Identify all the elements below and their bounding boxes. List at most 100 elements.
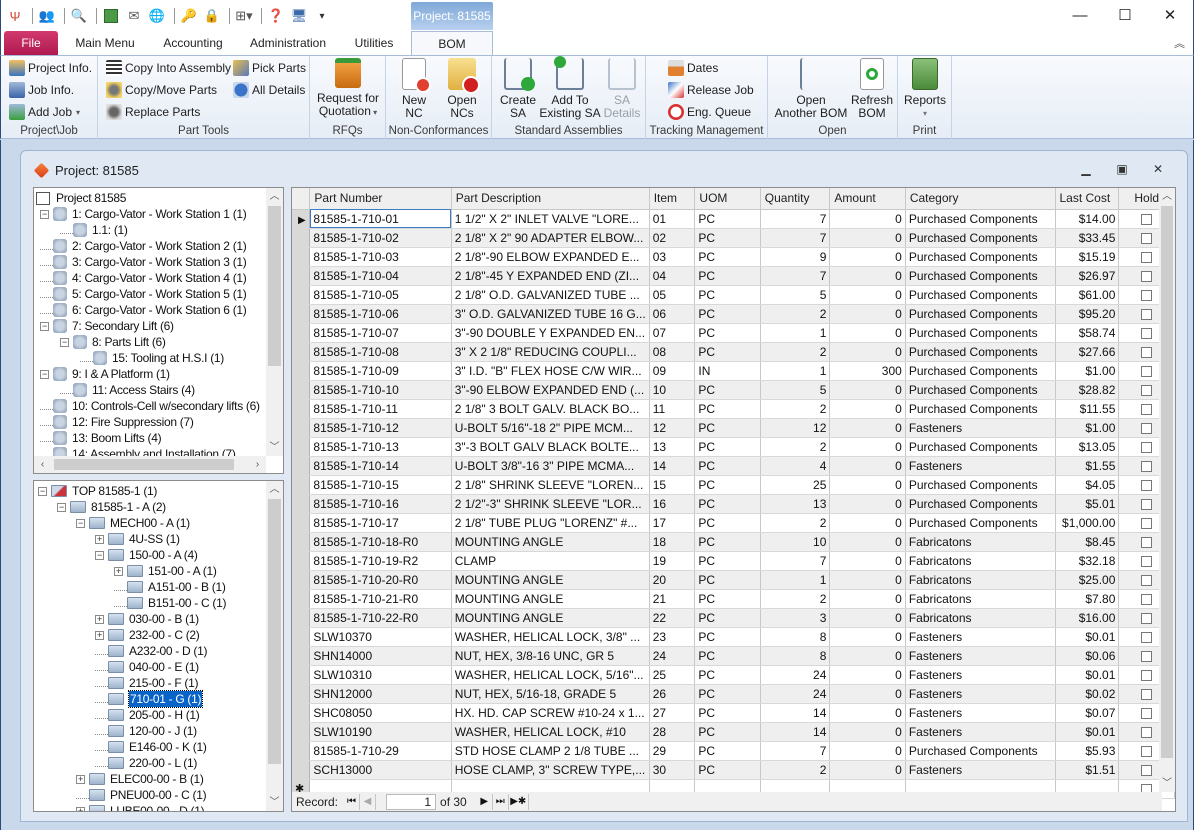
bom-parts-grid[interactable]: Part Number Part Description Item UOM Quanti… [291,187,1176,812]
hold-checkbox[interactable] [1141,745,1153,757]
hold-checkbox[interactable] [1141,707,1153,719]
cell-item[interactable]: 15 [649,475,696,495]
tree-node[interactable]: 12: Fire Suppression (7) [40,414,194,430]
cell-part-description[interactable]: MOUNTING ANGLE [451,532,650,552]
collapse-icon[interactable]: − [76,518,85,528]
cell-item[interactable]: 27 [649,703,696,723]
cell-item[interactable]: 08 [649,342,696,362]
cell-amount[interactable]: 0 [829,627,906,647]
cell-quantity[interactable]: 12 [760,418,831,438]
table-row[interactable]: 81585-1-710-11 2 1/8" 3 BOLT GALV. BLACK … [292,399,1175,419]
cell-item[interactable]: 01 [649,209,696,229]
cell-uom[interactable]: PC [694,323,761,343]
cell-last-cost[interactable]: $0.01 [1055,627,1120,647]
cell-last-cost[interactable]: $27.66 [1055,342,1120,362]
cell-item[interactable]: 26 [649,684,696,704]
row-selector[interactable] [292,741,311,761]
tree-node-label[interactable]: 1: Cargo-Vator - Work Station 1 (1) [72,206,247,222]
cell-part-description[interactable]: 2 1/8" X 2" 90 ADAPTER ELBOW... [451,228,650,248]
cell-uom[interactable]: PC [694,228,761,248]
new-nc-button[interactable]: New NC [392,58,436,120]
cell-part-number[interactable]: 81585-1-710-01 [309,209,452,229]
tree-node[interactable]: 10: Controls-Cell w/secondary lifts (6) [40,398,260,414]
cell-quantity[interactable]: 2 [760,437,831,457]
hold-checkbox[interactable] [1141,251,1153,263]
cell-uom[interactable]: PC [694,304,761,324]
cell-category[interactable]: Purchased Components [905,247,1056,267]
cell-category[interactable]: Fasteners [905,418,1056,438]
cell-amount[interactable]: 0 [829,209,906,229]
cell-category[interactable]: Fabricatons [905,589,1056,609]
cell-item[interactable]: 25 [649,665,696,685]
table-row[interactable]: 81585-1-710-03 2 1/8"-90 ELBOW EXPANDED E… [292,247,1175,267]
tree-node-label[interactable]: 030-00 - B (1) [129,611,199,627]
tree-node-label[interactable]: 81585-1 - A (2) [91,499,166,515]
tree-node-label[interactable]: 9: I & A Platform (1) [72,366,170,382]
cell-uom[interactable]: PC [694,589,761,609]
previous-record-button[interactable]: ◀ [360,793,377,810]
cell-part-number[interactable]: 81585-1-710-02 [309,228,452,248]
hold-checkbox[interactable] [1141,403,1153,415]
cell-part-number[interactable]: 81585-1-710-05 [309,285,452,305]
tree-node-label[interactable]: E146-00 - K (1) [129,739,207,755]
scroll-up-icon[interactable]: ︿ [266,188,283,205]
cell-uom[interactable]: PC [694,418,761,438]
hold-checkbox[interactable] [1141,536,1153,548]
tree-node[interactable]: +232-00 - C (2) [95,627,200,643]
cell-uom[interactable]: PC [694,456,761,476]
cell-last-cost[interactable]: $25.00 [1055,570,1120,590]
pick-parts-button[interactable]: Pick Parts [233,58,306,78]
tree-node-label[interactable]: 215-00 - F (1) [129,675,198,691]
table-row[interactable]: 81585-1-710-19-R2 CLAMP 19 PC 7 0 Fabricatons $… [292,551,1175,571]
close-button[interactable]: ✕ [1147,4,1193,28]
child-restore-button[interactable]: ▣ [1112,162,1132,176]
project-tree-hscrollbar[interactable]: ‹ › [34,456,266,473]
cell-uom[interactable]: PC [694,646,761,666]
cell-part-number[interactable]: 81585-1-710-20-R0 [309,570,452,590]
cell-last-cost[interactable]: $33.45 [1055,228,1120,248]
cell-last-cost[interactable]: $0.02 [1055,684,1120,704]
eng-queue-button[interactable]: Eng. Queue [668,102,751,122]
tree-node-label[interactable]: 13: Boom Lifts (4) [72,430,162,446]
cell-part-description[interactable]: 2 1/8" 3 BOLT GALV. BLACK BO... [451,399,650,419]
cell-uom[interactable]: PC [694,703,761,723]
row-selector[interactable] [292,570,311,590]
tree-node[interactable]: 215-00 - F (1) [95,675,198,691]
tree-node[interactable]: 1.1: (1) [60,222,128,238]
table-row[interactable]: 81585-1-710-21-R0 MOUNTING ANGLE 21 PC 2 0 Fab… [292,589,1175,609]
cell-item[interactable]: 11 [649,399,696,419]
cell-amount[interactable]: 0 [829,532,906,552]
tree-node-label[interactable]: 710-01 - G (1) [127,690,204,708]
row-selector[interactable] [292,285,311,305]
cell-part-description[interactable]: STD HOSE CLAMP 2 1/8 TUBE ... [451,741,650,761]
hold-checkbox[interactable] [1141,498,1153,510]
cell-category[interactable]: Fasteners [905,627,1056,647]
cell-category[interactable]: Fabricatons [905,551,1056,571]
cell-uom[interactable]: PC [694,266,761,286]
customize-icon[interactable]: ▾ [312,7,332,25]
cell-category[interactable]: Fasteners [905,703,1056,723]
cell-item[interactable]: 20 [649,570,696,590]
row-selector[interactable] [292,380,311,400]
cell-part-description[interactable]: 3" O.D. GALVANIZED TUBE 16 G... [451,304,650,324]
new-record-button[interactable]: ▶✱ [509,793,529,810]
hold-checkbox[interactable] [1141,441,1153,453]
row-selector[interactable] [292,665,311,685]
tree-node-label[interactable]: TOP 81585-1 (1) [72,483,157,499]
expand-icon[interactable]: + [95,614,104,624]
cell-part-number[interactable]: 81585-1-710-14 [309,456,452,476]
tree-node[interactable]: Project 81585 [36,190,126,206]
cell-amount[interactable]: 0 [829,684,906,704]
cell-uom[interactable]: PC [694,570,761,590]
expand-icon[interactable]: + [76,774,85,784]
cell-amount[interactable]: 0 [829,570,906,590]
collapse-icon[interactable]: − [57,502,66,512]
scroll-right-icon[interactable]: › [249,456,266,473]
cell-item[interactable]: 10 [649,380,696,400]
tree-node[interactable]: + ELEC00-00 - B (1) [76,771,204,787]
row-selector[interactable] [292,551,311,571]
cell-item[interactable]: 22 [649,608,696,628]
tree-node-label[interactable]: 1.1: (1) [92,222,128,238]
tree-node[interactable]: − 150-00 - A (4) [95,547,198,563]
collapse-icon[interactable]: − [40,321,49,331]
